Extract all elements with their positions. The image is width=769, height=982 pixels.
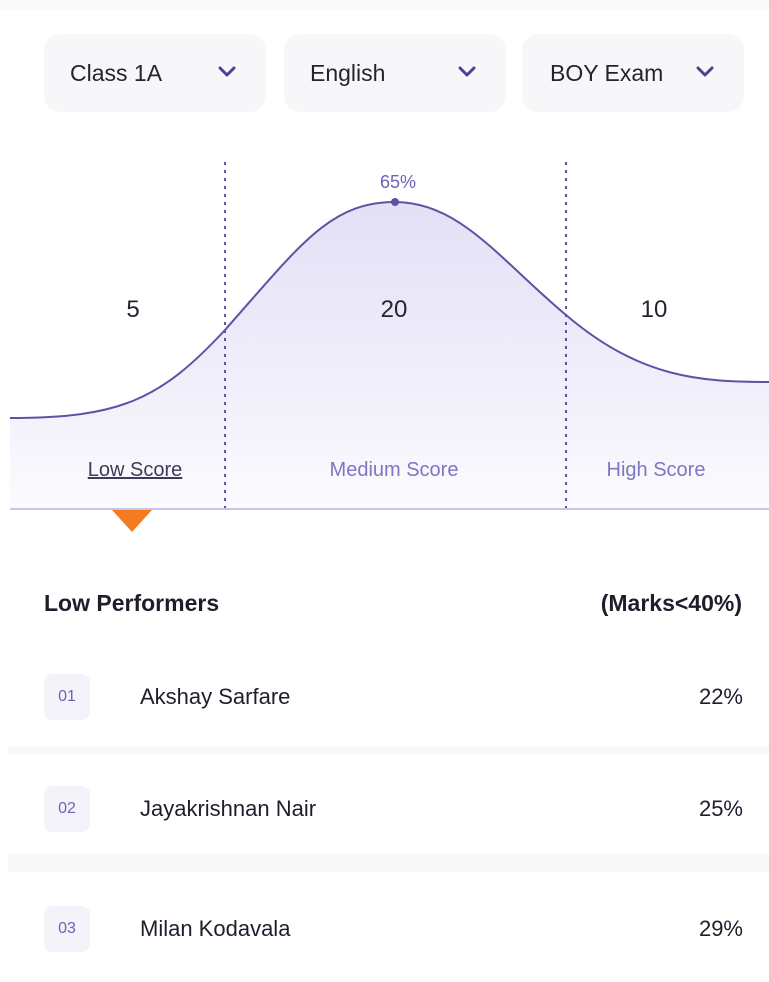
section-title: Low Performers	[44, 590, 220, 616]
exam-dropdown[interactable]: BOY Exam	[522, 34, 744, 112]
student-name: Jayakrishnan Nair	[140, 796, 317, 821]
medium-score-count: 20	[381, 296, 408, 323]
student-score: 29%	[698, 916, 743, 941]
section-threshold-note: (Marks<40%)	[600, 590, 742, 616]
rank-badge: 01	[44, 674, 90, 720]
subject-dropdown[interactable]: English	[284, 34, 506, 112]
chevron-down-icon	[458, 66, 476, 77]
row-divider	[8, 746, 769, 754]
student-name: Akshay Sarfare	[140, 684, 291, 709]
rank-badge: 02	[44, 786, 90, 832]
distribution-svg: 65% 5 20 10 Low Score Medium Score High …	[9, 162, 769, 532]
exam-dropdown-label: BOY Exam	[550, 59, 664, 86]
class-dropdown-label: Class 1A	[70, 59, 163, 86]
chevron-down-icon	[218, 66, 236, 77]
list-item[interactable]: 01 Akshay Sarfare 22%	[0, 650, 769, 740]
low-score-label[interactable]: Low Score	[88, 459, 183, 481]
row-divider	[8, 854, 769, 872]
high-score-count: 10	[641, 296, 668, 323]
filter-bar: Class 1A English BOY Exam	[0, 0, 769, 140]
student-name: Milan Kodavala	[140, 916, 291, 941]
subject-dropdown-label: English	[310, 59, 386, 86]
medium-score-label[interactable]: Medium Score	[330, 459, 459, 481]
class-dropdown[interactable]: Class 1A	[44, 34, 266, 112]
student-score: 25%	[698, 796, 743, 821]
peak-label: 65%	[380, 172, 416, 192]
list-item[interactable]: 03 Milan Kodavala 29%	[0, 882, 769, 972]
high-score-label[interactable]: High Score	[607, 459, 706, 481]
student-score: 22%	[698, 684, 743, 709]
peak-point	[391, 198, 399, 206]
low-score-count: 5	[126, 296, 139, 323]
chevron-down-icon	[696, 66, 714, 77]
rank-badge: 03	[44, 906, 90, 952]
list-item[interactable]: 02 Jayakrishnan Nair 25%	[0, 762, 769, 852]
score-distribution-chart: 65% 5 20 10 Low Score Medium Score High …	[0, 140, 769, 540]
selected-segment-marker	[112, 510, 152, 532]
